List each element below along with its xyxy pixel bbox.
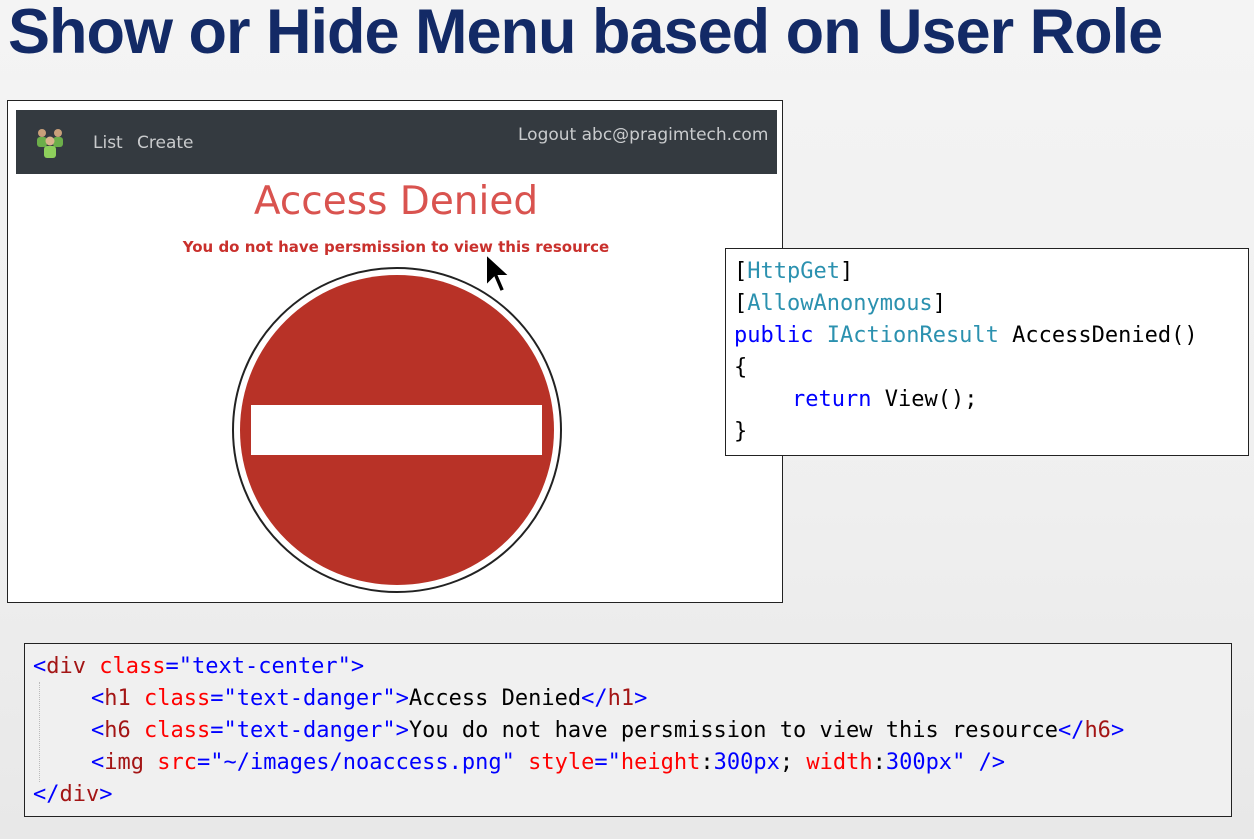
- logout-link[interactable]: Logout abc@pragimtech.com: [518, 125, 768, 145]
- no-entry-sign-icon: [232, 267, 562, 593]
- users-logo-icon[interactable]: [32, 126, 68, 160]
- view-line-div-close: </div>: [33, 782, 113, 807]
- code-line-close-brace: }: [734, 419, 748, 444]
- view-markup-code: <div class="text-center"> <h1 class="tex…: [24, 643, 1232, 817]
- view-line-h6: <h6 class="text-danger">You do not have …: [91, 718, 1125, 743]
- mouse-cursor-icon: [485, 252, 513, 294]
- code-line-httpget: [HttpGet]: [734, 259, 854, 284]
- indent-guide: [39, 682, 40, 782]
- access-denied-message: You do not have persmission to view this…: [182, 238, 610, 256]
- code-line-return: return View();: [792, 387, 978, 412]
- slide-title: Show or Hide Menu based on User Role: [8, 0, 1163, 67]
- view-line-div-open: <div class="text-center">: [33, 654, 365, 679]
- navbar: List Create Logout abc@pragimtech.com: [16, 110, 777, 174]
- code-line-signature: public IActionResult AccessDenied(): [734, 323, 1198, 348]
- code-line-open-brace: {: [734, 355, 748, 380]
- view-line-h1: <h1 class="text-danger">Access Denied</h…: [91, 686, 648, 711]
- nav-link-list[interactable]: List: [93, 133, 123, 153]
- nav-link-create[interactable]: Create: [137, 133, 194, 153]
- access-denied-heading: Access Denied: [253, 179, 539, 224]
- controller-action-code: [HttpGet] [AllowAnonymous] public IActio…: [725, 248, 1249, 456]
- browser-screenshot: List Create Logout abc@pragimtech.com Ac…: [7, 100, 783, 603]
- code-line-allowanonymous: [AllowAnonymous]: [734, 291, 946, 316]
- view-line-img: <img src="~/images/noaccess.png" style="…: [91, 750, 1006, 775]
